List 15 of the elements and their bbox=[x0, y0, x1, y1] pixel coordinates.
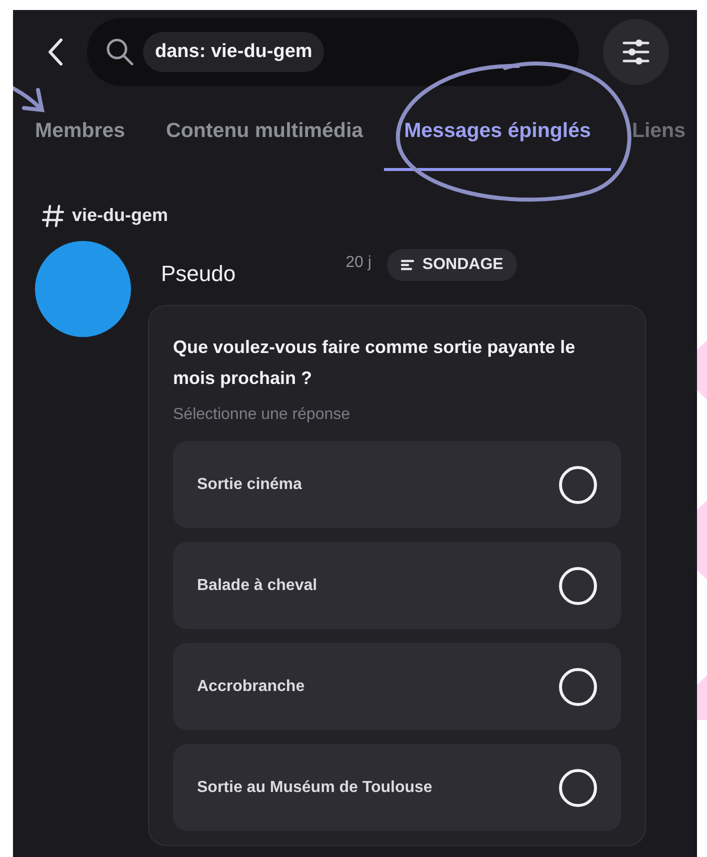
message-time: 20 j bbox=[346, 253, 372, 273]
tab[interactable]: Contenu multimédia bbox=[166, 95, 364, 171]
poll-option[interactable]: Accrobranche bbox=[173, 643, 621, 730]
tab[interactable]: Membres bbox=[35, 95, 126, 171]
search-filter-chip: dans: vie-du-gem bbox=[143, 32, 324, 72]
poll-option[interactable]: Sortie cinéma bbox=[173, 441, 621, 528]
poll-label: SONDAGE bbox=[422, 255, 504, 275]
tab[interactable]: Messages épinglés bbox=[384, 95, 611, 171]
search-field[interactable]: dans: vie-du-gem bbox=[87, 18, 579, 86]
author-name: Pseudo bbox=[161, 260, 236, 288]
channel-name: vie-du-gem bbox=[72, 204, 168, 227]
poll-question: Que voulez-vous faire comme sortie payante le mois prochain ? bbox=[173, 336, 576, 390]
poll-option[interactable]: Sortie au Muséum de Toulouse bbox=[173, 744, 621, 832]
poll-hint: Sélectionne une réponse bbox=[173, 405, 352, 426]
poll-option[interactable]: Balade à cheval bbox=[173, 542, 621, 630]
